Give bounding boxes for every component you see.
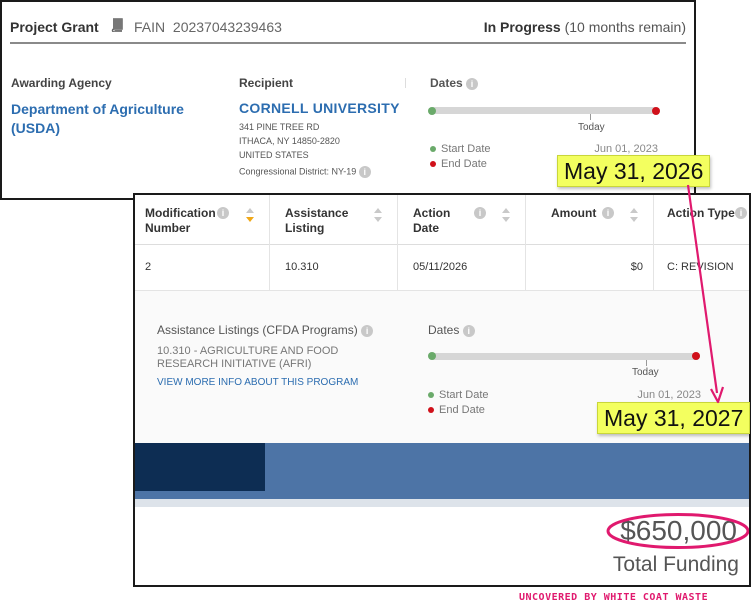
today-marker: [646, 360, 648, 366]
info-icon[interactable]: i: [358, 166, 371, 178]
sort-icon[interactable]: [373, 207, 383, 223]
info-icon[interactable]: i: [361, 324, 374, 337]
book-icon: [111, 18, 123, 32]
info-icon[interactable]: i: [466, 77, 479, 90]
info-icon[interactable]: i: [462, 324, 475, 337]
column-divider: [653, 195, 654, 245]
cell-amount: $0: [630, 261, 643, 273]
status-note: (10 months remain): [564, 19, 686, 35]
end-dot-icon: [428, 407, 434, 414]
dates-label: Dates: [428, 323, 460, 337]
column-divider: [525, 245, 526, 290]
cell-action-type: C: REVISION: [667, 261, 734, 273]
dates-title: Dates i: [428, 323, 475, 337]
cfda-title-text: Assistance Listings (CFDA Programs): [157, 323, 358, 337]
end-date-annotation-bottom: May 31, 2027: [597, 402, 751, 434]
timeline-bar: [430, 353, 700, 360]
footer-band-shadow: [135, 499, 749, 507]
awarding-agency-label: Awarding Agency: [11, 76, 112, 90]
cfda-title: Assistance Listings (CFDA Programs) i: [157, 323, 374, 337]
info-icon[interactable]: i: [217, 207, 229, 219]
footer-band-dark: [135, 443, 265, 491]
col-amount[interactable]: Amount: [551, 206, 596, 221]
column-divider: [405, 78, 406, 88]
column-divider: [397, 195, 398, 245]
start-dot-icon: [428, 392, 434, 399]
today-label: Today: [578, 122, 605, 133]
info-icon[interactable]: i: [474, 207, 486, 219]
fain-value: 20237043239463: [172, 19, 282, 35]
dates-label: Dates: [430, 76, 463, 90]
cell-modification-number: 2: [145, 261, 152, 273]
credit-text: UNCOVERED BY WHITE COAT WASTE: [519, 592, 709, 603]
fain: FAIN 20237043239463: [134, 19, 282, 35]
start-date-value: Jun 01, 2023: [594, 143, 658, 155]
start-date-legend: Start Date: [428, 389, 489, 401]
cfda-program-text: 10.310 - AGRICULTURE AND FOOD RESEARCH I…: [157, 345, 339, 370]
recipient-label: Recipient: [239, 76, 294, 90]
view-program-info-link[interactable]: VIEW MORE INFO ABOUT THIS PROGRAM: [157, 377, 358, 388]
congressional-district: Congressional District: NY-19 i: [239, 166, 371, 178]
start-date-value: Jun 01, 2023: [637, 389, 701, 401]
dates-title: Dates i: [430, 76, 479, 90]
end-date-legend: End Date: [428, 404, 485, 416]
end-date-legend: End Date: [430, 158, 487, 170]
column-divider: [397, 245, 398, 290]
today-marker: [589, 114, 591, 120]
start-date-label: Start Date: [439, 389, 489, 401]
grant-status: In Progress (10 months remain): [484, 19, 686, 35]
total-funding-label: Total Funding: [612, 553, 739, 576]
highlight-circle: [606, 513, 749, 549]
end-date-label: End Date: [439, 404, 485, 416]
awarding-agency-link[interactable]: Department of Agriculture (USDA): [11, 100, 221, 138]
col-action-date[interactable]: Action Date: [413, 206, 463, 236]
timeline-bar: [430, 107, 658, 114]
start-dot: [428, 107, 436, 115]
sort-icon[interactable]: [501, 207, 511, 223]
sort-icon[interactable]: [245, 207, 255, 223]
start-dot: [428, 352, 436, 360]
address-line-1: 341 PINE TREE RD: [239, 122, 320, 132]
end-dot-icon: [430, 161, 436, 168]
info-icon[interactable]: i: [602, 207, 614, 219]
end-dot: [692, 352, 700, 360]
status-text: In Progress: [483, 19, 561, 35]
today-label: Today: [632, 367, 659, 378]
address-line-2: ITHACA, NY 14850-2820: [239, 136, 340, 146]
address-line-3: UNITED STATES: [239, 150, 309, 160]
column-divider: [269, 245, 270, 290]
recipient-link[interactable]: CORNELL UNIVERSITY: [239, 100, 400, 116]
end-date-label: End Date: [441, 158, 487, 170]
district-text: Congressional District: NY-19: [239, 166, 357, 177]
sort-icon[interactable]: [629, 207, 639, 223]
column-divider: [653, 245, 654, 290]
col-assistance-listing[interactable]: Assistance Listing: [285, 206, 355, 236]
grant-header: Project Grant FAIN 20237043239463 In Pro…: [10, 14, 686, 44]
start-dot-icon: [430, 146, 436, 153]
info-icon[interactable]: i: [735, 207, 747, 219]
start-date-legend: Start Date: [430, 143, 491, 155]
column-divider: [525, 195, 526, 245]
modification-panel: Modification Number i Assistance Listing…: [133, 193, 751, 587]
start-date-label: Start Date: [441, 143, 491, 155]
cell-assistance-listing: 10.310: [285, 261, 319, 273]
end-dot: [652, 107, 660, 115]
table-header: Modification Number i Assistance Listing…: [135, 195, 749, 245]
col-modification-number[interactable]: Modification Number: [145, 206, 216, 236]
grant-type-title: Project Grant: [10, 19, 99, 35]
fain-label: FAIN: [134, 19, 166, 35]
end-date-annotation-top: May 31, 2026: [557, 155, 711, 187]
cell-action-date: 05/11/2026: [413, 261, 468, 273]
col-action-type[interactable]: Action Type: [667, 206, 735, 221]
column-divider: [269, 195, 270, 245]
